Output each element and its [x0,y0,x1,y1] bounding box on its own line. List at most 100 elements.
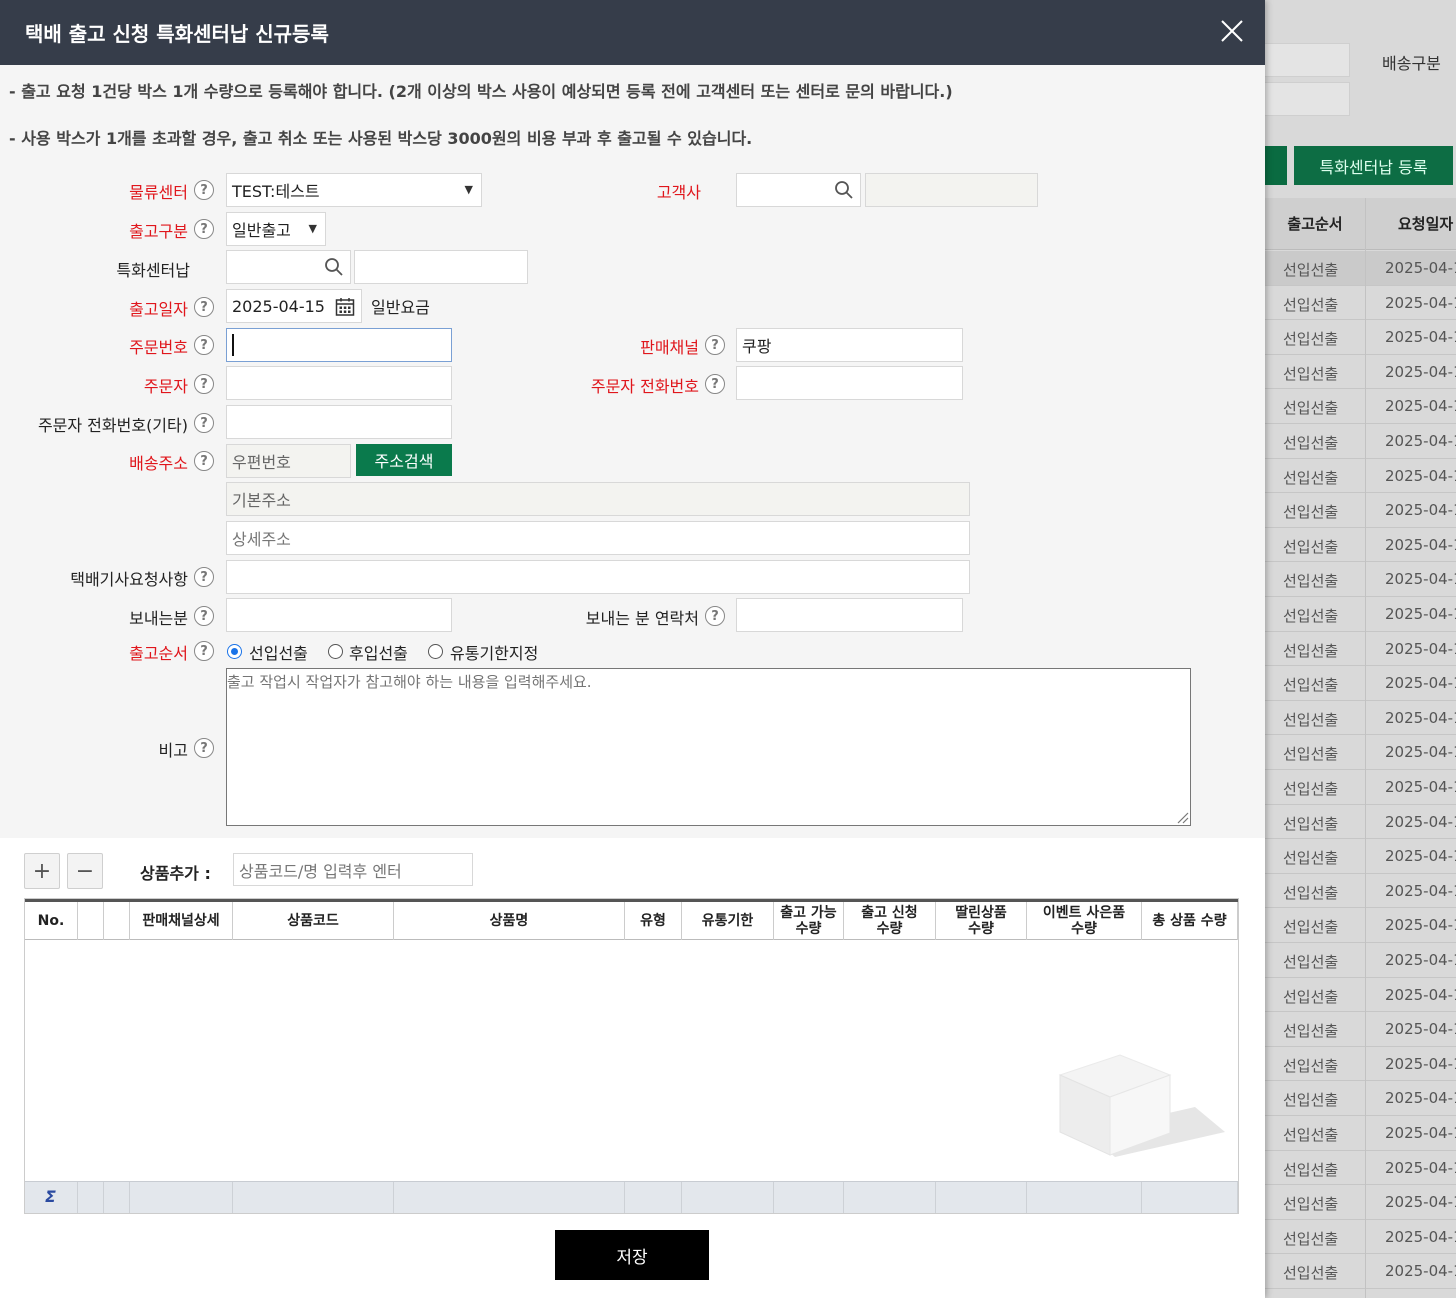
radio-fifo[interactable] [227,644,242,659]
orderer-input[interactable] [226,366,452,400]
help-icon[interactable]: ? [194,297,214,317]
background-table-row[interactable]: 선입선출 2025-04-1 [1265,1254,1456,1289]
background-table-row[interactable]: 선입선출 2025-04-1 [1265,1220,1456,1255]
background-table-row[interactable]: 선입선출 2025-04-1 [1265,978,1456,1013]
background-table-row[interactable]: 선입선출 2025-04-1 [1265,701,1456,736]
special-center-search-input[interactable] [226,250,351,284]
background-table-row[interactable]: 선입선출 2025-04-1 [1265,389,1456,424]
background-table-row[interactable]: 선입선출 2025-04-1 [1265,597,1456,632]
sender-contact-input[interactable] [736,598,963,632]
background-table-row[interactable]: 선입선출 2025-04-1 [1265,908,1456,943]
row-release-order: 선입선출 [1283,1264,1339,1283]
product-search-input[interactable]: 상품코드/명 입력후 엔터 [233,853,473,886]
memo-label: 비고 [158,741,188,760]
address-search-button[interactable]: 주소검색 [356,444,452,476]
grid-column-header[interactable]: 유형 [625,902,682,940]
background-table-row[interactable]: 선입선출 2025-04-1 [1265,632,1456,667]
row-release-order: 선입선출 [1283,745,1339,764]
background-table-row[interactable]: 선입선출 2025-04-1 [1265,805,1456,840]
background-table-row[interactable]: 선입선출 2025-04-1 [1265,251,1456,286]
grid-column-header[interactable]: 유통기한 [682,902,774,940]
background-table-row[interactable]: 선입선출 2025-04-1 [1265,839,1456,874]
help-icon[interactable]: ? [194,335,214,355]
sales-channel-input[interactable]: 쿠팡 [736,328,963,362]
background-table-row[interactable]: 선입선출 2025-04-1 [1265,320,1456,355]
background-table-row[interactable]: 선입선출 2025-04-1 [1265,1047,1456,1082]
grid-column-header[interactable]: 판매채널상세 [130,902,233,940]
help-icon[interactable]: ? [194,374,214,394]
grid-column-header[interactable] [78,902,104,940]
grid-column-header[interactable] [104,902,130,940]
driver-request-input[interactable] [226,560,970,594]
help-icon[interactable]: ? [194,180,214,200]
orderer-phone-input[interactable] [736,366,963,400]
base-address-field[interactable]: 기본주소 [226,482,970,516]
radio-lifo[interactable] [328,644,343,659]
column-request-date[interactable]: 요청일자 [1366,198,1456,250]
background-table-row[interactable]: 선입선출 2025-04-1 [1265,355,1456,390]
column-release-order[interactable]: 출고순서 [1265,198,1365,250]
help-icon[interactable]: ? [194,219,214,239]
background-table-row[interactable]: 선입선출 2025-04-1 [1265,1012,1456,1047]
help-icon[interactable]: ? [705,606,725,626]
background-table-row[interactable]: 선입선출 2025-04-1 [1265,1081,1456,1116]
background-table-row[interactable]: 선입선출 2025-04-1 [1265,459,1456,494]
grid-column-header[interactable]: 이벤트 사은품 수량 [1027,902,1142,940]
background-table-row[interactable]: 선입선출 2025-04-1 [1265,1185,1456,1220]
background-table-row[interactable]: 선입선출 2025-04-1 [1265,424,1456,459]
grid-column-header[interactable]: 상품코드 [233,902,394,940]
background-table-row[interactable]: 선입선출 2025-04-1 [1265,735,1456,770]
release-type-select[interactable]: 일반출고 ▼ [226,212,326,246]
order-no-input[interactable] [226,328,452,362]
help-icon[interactable]: ? [194,567,214,587]
help-icon[interactable]: ? [194,738,214,758]
radio-expiry[interactable] [428,644,443,659]
background-table-row[interactable]: 선입선출 2025-04-1 [1265,528,1456,563]
grid-column-header[interactable]: 딸린상품 수량 [936,902,1027,940]
save-button[interactable]: 저장 [555,1230,709,1280]
background-table-row[interactable]: 선입선출 2025-04-1 [1265,493,1456,528]
orderer-phone-other-input[interactable] [226,405,452,439]
background-table-row[interactable]: 선입선출 2025-04-1 [1265,1116,1456,1151]
special-center-register-button[interactable]: 특화센터납 등록 [1294,146,1453,185]
search-icon[interactable] [324,257,344,277]
background-table-row[interactable]: 선입선출 2025-04-1 [1265,286,1456,321]
radio-expiry-label[interactable]: 유통기한지정 [450,640,538,664]
close-icon[interactable] [1219,18,1245,44]
memo-textarea[interactable] [226,668,1191,826]
background-table-row[interactable]: 선입선출 2025-04-1 [1265,770,1456,805]
release-date-input[interactable]: 2025-04-15 [226,289,362,323]
help-icon[interactable]: ? [194,413,214,433]
logistics-center-select[interactable]: TEST:테스트 ▼ [226,173,482,207]
remove-row-button[interactable]: − [67,853,103,889]
background-table-row[interactable]: 선입선출 2025-04-1 [1265,1151,1456,1186]
customer-search-input[interactable] [736,173,861,207]
grid-column-header[interactable]: No. [25,902,78,940]
resize-handle-icon[interactable] [1175,810,1189,824]
row-release-order: 선입선출 [1283,1160,1339,1179]
background-table-row[interactable]: 선입선출 2025-04-1 [1265,874,1456,909]
help-icon[interactable]: ? [194,641,214,661]
help-icon[interactable]: ? [705,374,725,394]
background-table-row[interactable]: 선입선출 2025-04-1 [1265,666,1456,701]
sender-input[interactable] [226,598,452,632]
search-icon[interactable] [834,180,854,200]
background-table-row[interactable]: 선입선출 2025-04-1 [1265,562,1456,597]
add-row-button[interactable]: + [24,853,60,889]
radio-fifo-label[interactable]: 선입선출 [249,640,308,664]
row-request-date: 2025-04-1 [1385,674,1456,693]
grid-column-header[interactable]: 상품명 [394,902,625,940]
help-icon[interactable]: ? [705,335,725,355]
grid-column-header[interactable]: 출고 신청 수량 [844,902,936,940]
calendar-icon[interactable] [335,297,355,317]
row-request-date: 2025-04-1 [1385,362,1456,381]
zipcode-field[interactable]: 우편번호 [226,444,351,478]
grid-column-header[interactable]: 출고 가능 수량 [774,902,844,940]
grid-column-header[interactable]: 총 상품 수량 [1142,902,1238,940]
detail-address-input[interactable]: 상세주소 [226,521,970,555]
help-icon[interactable]: ? [194,606,214,626]
radio-lifo-label[interactable]: 후입선출 [349,640,408,664]
help-icon[interactable]: ? [194,451,214,471]
background-table-row[interactable]: 선입선출 2025-04-1 [1265,943,1456,978]
row-request-date: 2025-04-1 [1385,535,1456,554]
